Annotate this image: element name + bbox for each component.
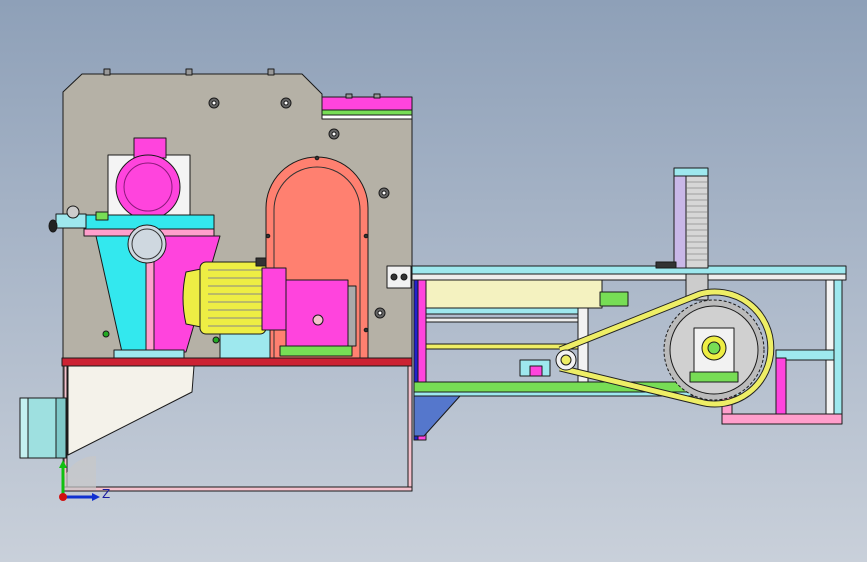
chute bbox=[67, 365, 195, 456]
assembly-drawing bbox=[19, 68, 847, 501]
lower-frame bbox=[62, 363, 413, 492]
conveyor-frame bbox=[411, 265, 847, 441]
cad-viewport[interactable]: Z bbox=[0, 0, 867, 562]
inlet-duct bbox=[19, 397, 67, 459]
base-plate bbox=[61, 357, 413, 367]
z-axis-label: Z bbox=[102, 487, 111, 501]
